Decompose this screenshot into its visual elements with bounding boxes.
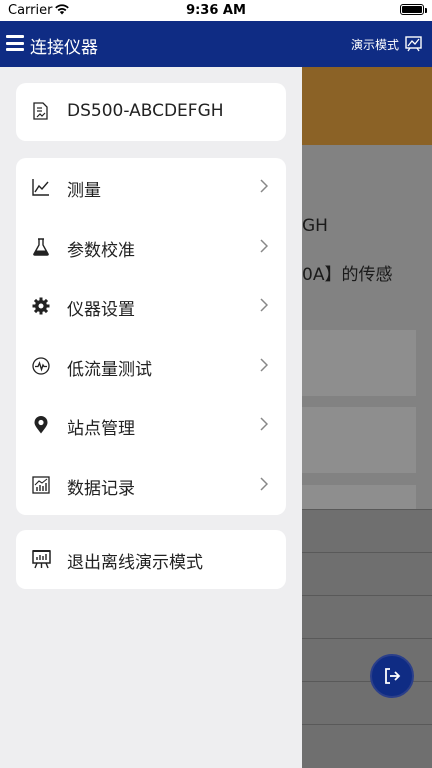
menu-item-site-management[interactable]: 站点管理 — [16, 396, 286, 456]
menu-panel: 测量 参数校准 仪器设置 低流量测试 站点管理 数据记录 — [16, 158, 286, 515]
info-card — [302, 407, 416, 473]
demo-mode-icon[interactable] — [405, 35, 422, 52]
device-panel[interactable]: DS500-ABCDEFGH — [16, 83, 286, 141]
menu-item-label: 仪器设置 — [67, 300, 135, 320]
battery-tip — [425, 8, 427, 13]
device-name: DS500-ABCDEFGH — [67, 101, 224, 121]
hamburger-menu-icon[interactable] — [6, 35, 24, 51]
exit-demo-button[interactable]: 退出离线演示模式 — [16, 530, 286, 589]
divider — [302, 509, 432, 510]
menu-item-label: 数据记录 — [67, 478, 135, 499]
info-card — [302, 485, 416, 509]
menu-item-measure[interactable]: 测量 — [16, 158, 286, 218]
divider — [302, 724, 432, 725]
logout-icon — [385, 668, 401, 684]
chevron-right-icon — [260, 476, 268, 491]
battery-icon — [400, 4, 424, 15]
chevron-right-icon — [260, 417, 268, 431]
sensor-text-fragment: 0A】的传感 — [302, 265, 393, 285]
menu-item-calibration[interactable]: 参数校准 — [16, 218, 286, 278]
divider — [302, 638, 432, 639]
bar-chart-icon — [32, 475, 50, 494]
menu-item-label: 站点管理 — [67, 419, 135, 439]
chevron-right-icon — [260, 179, 268, 193]
device-report-icon — [33, 102, 48, 120]
presentation-exit-icon — [32, 550, 51, 569]
menu-item-data-records[interactable]: 数据记录 — [16, 456, 286, 516]
demo-mode-label[interactable]: 演示模式 — [351, 36, 399, 53]
menu-item-label: 测量 — [67, 181, 101, 201]
chevron-right-icon — [260, 298, 268, 312]
pulse-icon — [32, 356, 50, 375]
gear-icon — [32, 297, 50, 315]
menu-item-label: 参数校准 — [67, 240, 135, 261]
side-drawer: DS500-ABCDEFGH 测量 参数校准 仪器设置 低流量测试 站点管理 数… — [0, 67, 302, 768]
status-bar: Carrier 9:36 AM — [0, 0, 432, 21]
chevron-right-icon — [260, 238, 268, 253]
info-card — [302, 330, 416, 396]
flask-icon — [33, 237, 49, 256]
device-banner — [302, 67, 432, 145]
nav-bar: 连接仪器 演示模式 — [0, 21, 432, 67]
location-pin-icon — [34, 416, 48, 434]
menu-item-low-flow-test[interactable]: 低流量测试 — [16, 337, 286, 397]
clock: 9:36 AM — [186, 3, 246, 18]
line-chart-icon — [32, 179, 49, 196]
nav-title: 连接仪器 — [30, 38, 98, 58]
device-serial-fragment: GH — [302, 216, 328, 236]
menu-item-instrument-settings[interactable]: 仪器设置 — [16, 277, 286, 337]
exit-demo-label: 退出离线演示模式 — [67, 553, 203, 573]
main-content-dimmed[interactable]: GH 0A】的传感 — [302, 67, 432, 768]
chevron-right-icon — [260, 357, 268, 372]
divider — [302, 552, 432, 553]
menu-item-label: 低流量测试 — [67, 359, 152, 380]
logout-button[interactable] — [370, 654, 414, 698]
divider — [302, 595, 432, 596]
